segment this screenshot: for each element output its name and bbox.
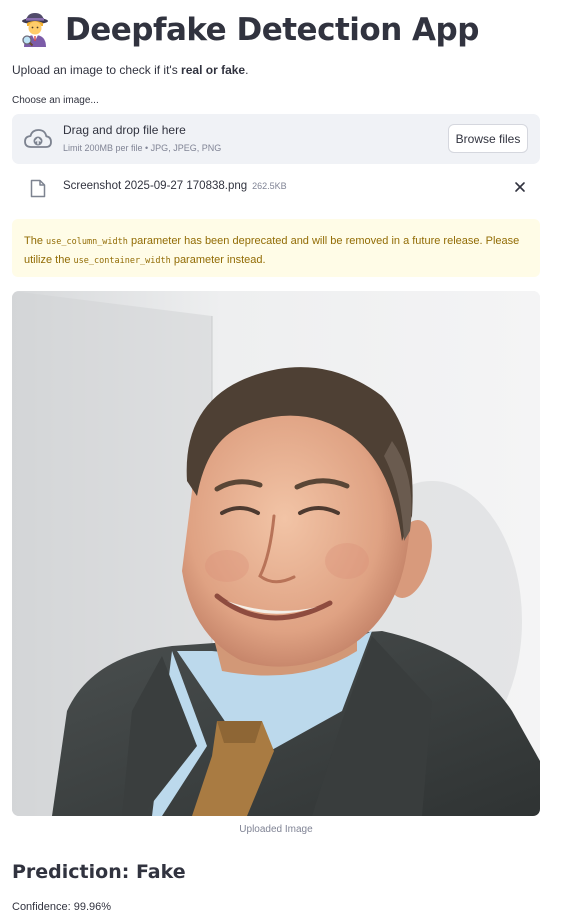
close-icon[interactable] (514, 181, 526, 193)
intro-text: Upload an image to check if it's real or… (12, 63, 248, 77)
confidence-text: Confidence: 99.96% (12, 901, 112, 913)
page-title: Deepfake Detection App (65, 12, 479, 48)
file-name-text: Screenshot 2025-09-27 170838.png (63, 180, 248, 192)
deprecation-warning: The use_column_width parameter has been … (12, 219, 540, 277)
title-row: Deepfake Detection App (17, 10, 479, 50)
dropzone-instruction: Drag and drop file here (63, 123, 186, 137)
uploaded-file-row: Screenshot 2025-09-27 170838.png 262.5KB (12, 172, 540, 204)
file-icon (30, 179, 46, 198)
portrait-photo (12, 291, 540, 816)
prediction-heading: Prediction: Fake (12, 861, 186, 883)
intro-bold: real or fake (181, 63, 246, 77)
warning-code-2: use_container_width (73, 256, 171, 266)
warning-code-1: use_column_width (46, 237, 128, 247)
file-size: 262.5KB (252, 181, 287, 191)
image-caption: Uploaded Image (239, 824, 313, 835)
cloud-upload-icon (24, 129, 52, 148)
warning-text-3: parameter instead. (170, 254, 266, 266)
uploaded-file-name: Screenshot 2025-09-27 170838.png 262.5KB (63, 180, 287, 192)
uploaded-image (12, 291, 540, 816)
file-dropzone[interactable]: Drag and drop file here Limit 200MB per … (12, 114, 540, 164)
dropzone-limit: Limit 200MB per file • JPG, JPEG, PNG (63, 143, 222, 153)
uploader-label: Choose an image... (12, 95, 99, 106)
intro-suffix: . (245, 63, 249, 77)
detective-icon (22, 13, 48, 47)
browse-files-button[interactable]: Browse files (448, 124, 528, 153)
warning-text-1: The (24, 235, 47, 247)
intro-prefix: Upload an image to check if it's (12, 63, 182, 77)
